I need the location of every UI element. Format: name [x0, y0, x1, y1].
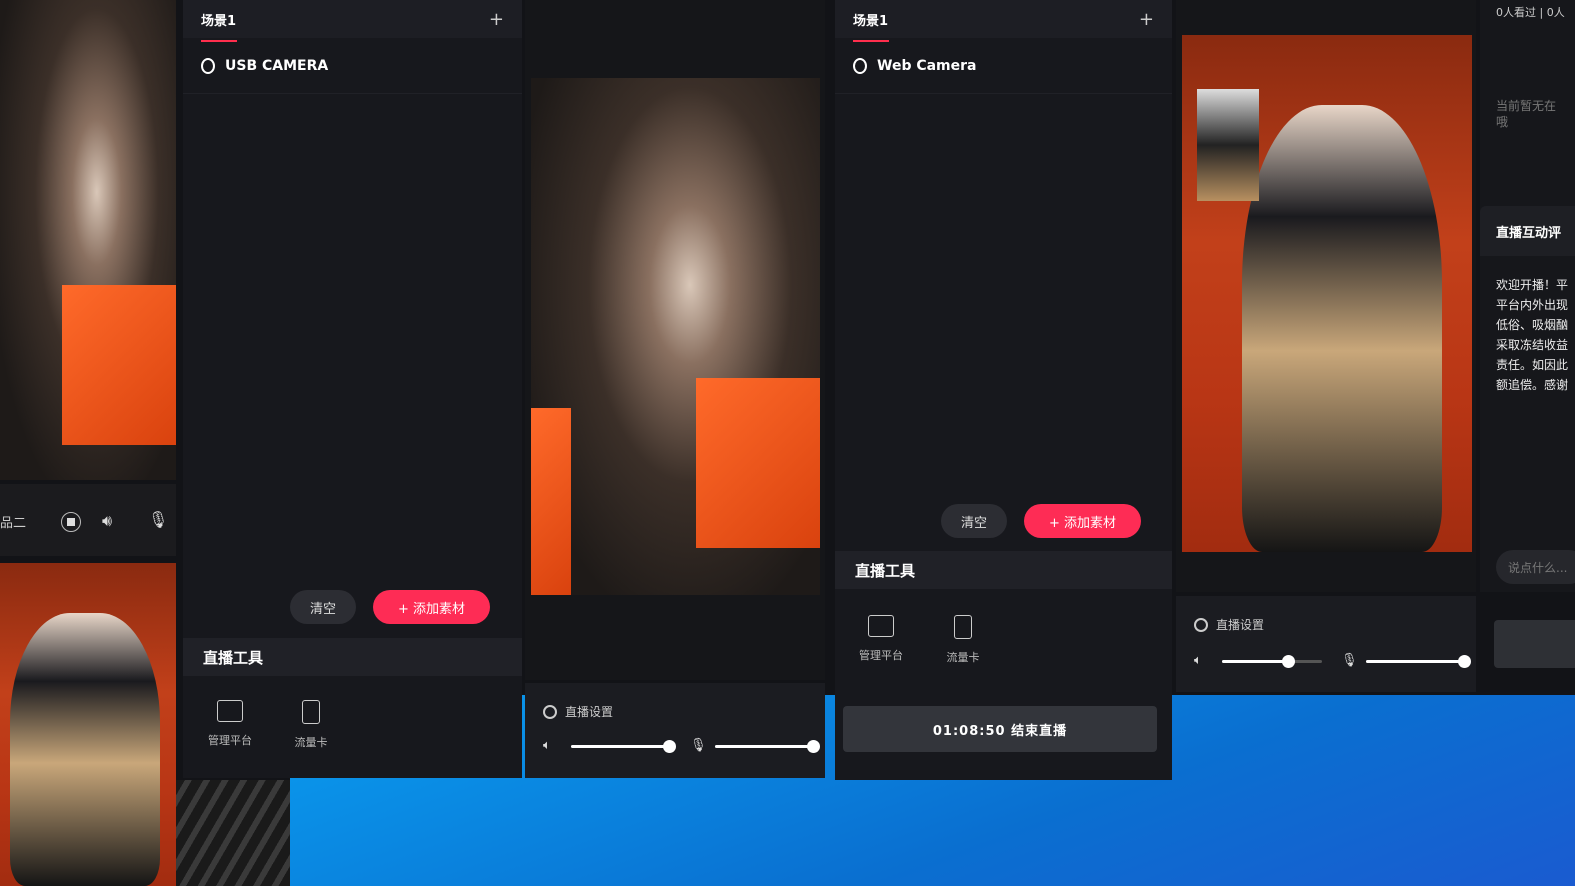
left-label: 品二 — [0, 516, 27, 531]
scene-header: 场景1 + — [835, 0, 1172, 42]
viewers-count: 0人看过 — [1496, 6, 1536, 19]
camera-source-item[interactable]: USB CAMERA — [183, 38, 522, 94]
mic-volume-slider[interactable] — [1366, 655, 1471, 668]
camera-name: Web Camera — [877, 57, 977, 74]
camera-icon — [201, 57, 215, 74]
tool-management-platform[interactable]: 管理平台 — [200, 700, 260, 748]
scene-header: 场景1 + — [183, 0, 522, 42]
volume-slider[interactable] — [1222, 655, 1322, 668]
preview-panel — [525, 0, 825, 680]
scene-panel-web: 场景1 + Web Camera 清空 + 添加素材 直播工具 管理平台 流量卡 … — [835, 0, 1172, 780]
add-scene-icon[interactable]: + — [489, 9, 504, 30]
speaker-icon[interactable]: 🔈︎ — [543, 738, 551, 753]
chat-input[interactable]: 说点什么... — [1496, 550, 1575, 584]
clear-button[interactable]: 清空 — [941, 504, 1007, 538]
end-live-button[interactable]: 01:08:50 结束直播 — [843, 706, 1157, 752]
live-settings-button[interactable]: 直播设置 — [1194, 616, 1264, 633]
left-control-bar: 品二 🔊︎ 🎙︎ — [0, 484, 176, 556]
microphone-icon[interactable]: 🎙︎ — [1341, 653, 1358, 668]
tool-traffic-card[interactable]: 流量卡 — [933, 615, 993, 665]
empty-text: 当前暂无在 — [1496, 99, 1557, 113]
microphone-icon[interactable]: 🎙︎ — [148, 510, 168, 529]
microphone-icon[interactable]: 🎙︎ — [690, 738, 707, 753]
gear-icon — [1194, 617, 1208, 632]
lightning-card-icon — [954, 615, 972, 639]
live-video-preview — [1182, 35, 1472, 552]
preview-panel-right — [1176, 0, 1476, 592]
picture-in-picture — [1197, 89, 1259, 201]
live-preview-image — [0, 0, 176, 480]
tools-title: 直播工具 — [183, 638, 522, 676]
live-settings-bar: 直播设置 🔈︎ 🎙︎ — [525, 683, 825, 778]
tool-traffic-card[interactable]: 流量卡 — [281, 700, 341, 750]
side-action-button[interactable] — [1494, 620, 1575, 668]
scene-panel-usb: 场景1 + USB CAMERA 清空 + 添加素材 直播工具 管理平台 流量卡 — [183, 0, 522, 778]
live-settings-button[interactable]: 直播设置 — [543, 703, 613, 720]
stop-icon[interactable] — [61, 512, 81, 532]
volume-slider[interactable] — [571, 740, 676, 753]
tool-management-platform[interactable]: 管理平台 — [851, 615, 911, 663]
add-material-button[interactable]: + 添加素材 — [373, 590, 490, 624]
camera-icon — [853, 57, 867, 74]
tab-scene1[interactable]: 场景1 — [201, 10, 238, 42]
comments-title: 直播互动评 — [1480, 206, 1575, 256]
add-scene-icon[interactable]: + — [1139, 9, 1154, 30]
gear-icon — [543, 704, 557, 719]
desktop-stripes — [176, 780, 290, 886]
camera-source-item[interactable]: Web Camera — [835, 38, 1172, 94]
live-video-preview — [531, 78, 820, 595]
chat-notice: 欢迎开播！平 平台内外出现 低俗、吸烟酗 采取冻结收益 责任。如因此 额追偿。感谢 — [1496, 278, 1569, 392]
mic-volume-slider[interactable] — [715, 740, 820, 753]
lightning-card-icon — [302, 700, 320, 724]
side-panel: 0人看过 | 0人 当前暂无在哦 直播互动评 欢迎开播！平 平台内外出现 低俗、吸烟… — [1480, 0, 1575, 592]
monitor-chart-icon — [217, 700, 243, 722]
speaker-icon[interactable]: 🔊︎ — [102, 511, 112, 531]
tab-scene1[interactable]: 场景1 — [853, 10, 890, 42]
viewers-count-2: 0人 — [1546, 6, 1565, 19]
clear-button[interactable]: 清空 — [290, 590, 356, 624]
camera-name: USB CAMERA — [225, 57, 329, 74]
live-settings-bar: 直播设置 🔈︎ 🎙︎ — [1176, 596, 1476, 692]
add-material-button[interactable]: + 添加素材 — [1024, 504, 1141, 538]
monitor-chart-icon — [868, 615, 894, 637]
empty-text-2: 哦 — [1496, 115, 1509, 129]
tools-title: 直播工具 — [835, 551, 1172, 589]
speaker-icon[interactable]: 🔈︎ — [1194, 653, 1202, 668]
product-preview-image — [0, 563, 176, 886]
